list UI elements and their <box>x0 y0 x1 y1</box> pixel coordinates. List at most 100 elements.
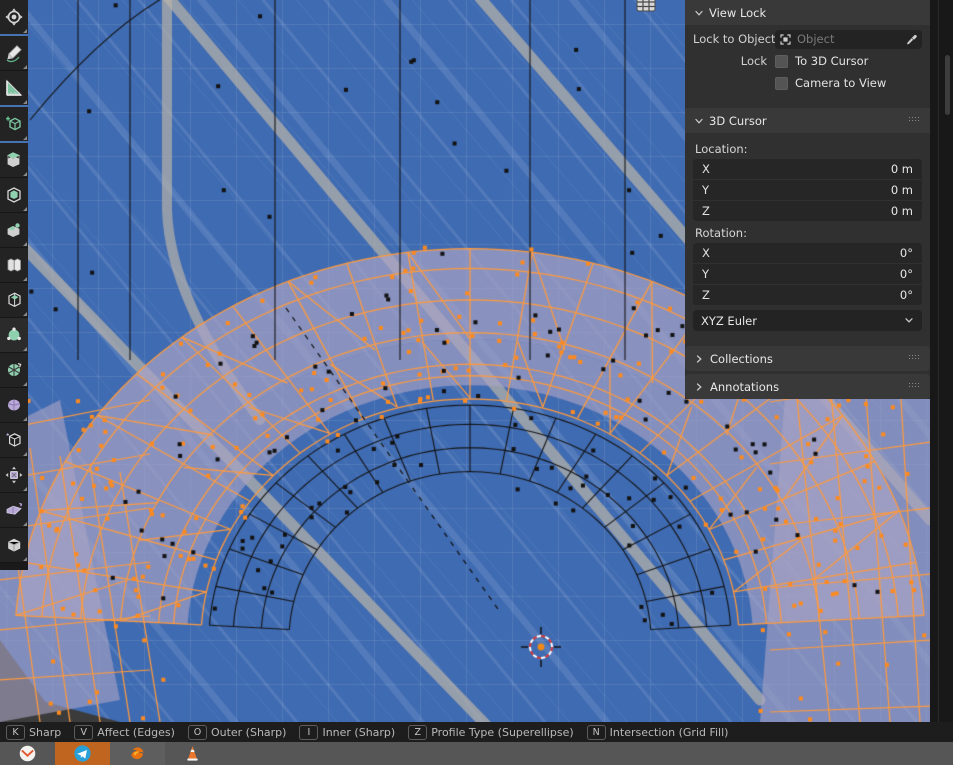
rotation-x-field[interactable]: X 0° <box>693 243 922 264</box>
tool-shrink-fatten[interactable] <box>0 528 28 563</box>
location-y-axis: Y <box>702 183 710 197</box>
chevron-down-icon <box>694 8 703 17</box>
location-y-value: 0 m <box>890 183 913 197</box>
location-x-field[interactable]: X 0 m <box>693 159 922 180</box>
rotation-x-axis: X <box>702 246 710 260</box>
keymap-label: Profile Type (Superellipse) <box>431 725 574 739</box>
tool-add-cube[interactable] <box>0 107 28 143</box>
tool-expand-corner-icon[interactable] <box>23 172 27 176</box>
checkbox-camera-to-view[interactable]: Camera to View <box>775 73 886 93</box>
poly-build-icon <box>7 327 21 341</box>
tool-expand-corner-icon[interactable] <box>23 136 27 140</box>
transform-arrows-icon <box>5 466 23 484</box>
tool-shear[interactable] <box>0 423 28 458</box>
lock-to-object-row: Lock to Object Object <box>693 29 922 49</box>
tool-measure[interactable] <box>0 71 28 107</box>
tool-expand-corner-icon[interactable] <box>23 557 27 561</box>
chevron-right-icon <box>694 382 703 391</box>
tool-inset-faces[interactable] <box>0 178 28 213</box>
location-y-field[interactable]: Y 0 m <box>693 180 922 201</box>
tool-expand-corner-icon[interactable] <box>23 312 27 316</box>
tool-loop-cut[interactable] <box>0 248 28 283</box>
checkbox-camera-to-view-label: Camera to View <box>795 76 887 90</box>
key-cap-icon: O <box>187 724 207 740</box>
panel-drag-grip[interactable] <box>909 117 922 124</box>
keymap-hint-n: N Intersection (Grid Fill) <box>586 724 728 740</box>
location-z-field[interactable]: Z 0 m <box>693 201 922 221</box>
tool-expand-corner-icon[interactable] <box>23 242 27 246</box>
checkbox-box-icon[interactable] <box>775 76 788 90</box>
eyedropper-icon[interactable] <box>905 33 918 46</box>
location-x-axis: X <box>702 162 710 176</box>
rotation-z-field[interactable]: Z 0° <box>693 285 922 305</box>
rotation-mode-dropdown[interactable]: XYZ Euler <box>693 310 922 331</box>
tool-spin[interactable] <box>0 353 28 388</box>
gutter-divider <box>938 0 939 722</box>
tool-expand-corner-icon[interactable] <box>23 382 27 386</box>
taskbar-item-telegram[interactable] <box>55 742 110 765</box>
keymap-hint-z: Z Profile Type (Superellipse) <box>408 724 574 740</box>
rotation-z-axis: Z <box>702 288 710 302</box>
checkbox-box-icon[interactable] <box>775 54 788 68</box>
chevron-down-icon <box>694 116 703 125</box>
object-icon <box>779 33 792 46</box>
lock-to-object-placeholder: Object <box>797 32 835 46</box>
tool-annotate[interactable] <box>0 36 28 71</box>
tool-knife[interactable] <box>0 283 28 318</box>
tool-expand-corner-icon[interactable] <box>23 277 27 281</box>
tool-expand-corner-icon[interactable] <box>23 207 27 211</box>
tool-expand-corner-icon[interactable] <box>23 522 27 526</box>
rotation-y-field[interactable]: Y 0° <box>693 264 922 285</box>
key-cap-icon: I <box>299 724 319 740</box>
view-sidebar[interactable]: View Lock Lock to Object Object Lock To … <box>685 0 930 399</box>
taskbar-item-thunderbird[interactable] <box>0 742 55 765</box>
tool-extrude-region[interactable] <box>0 143 28 178</box>
key-cap-icon: K <box>6 724 25 740</box>
keymap-hint-i: I Inner (Sharp) <box>299 724 395 740</box>
keymap-label: Outer (Sharp) <box>210 725 287 739</box>
rotation-fields: X 0° Y 0° Z 0° <box>693 243 922 305</box>
location-z-value: 0 m <box>890 204 913 218</box>
viewport-vertical-scrollbar[interactable] <box>945 55 950 115</box>
checkbox-to-3d-cursor[interactable]: To 3D Cursor <box>775 51 868 71</box>
smooth-sphere-icon <box>8 399 20 411</box>
tool-expand-corner-icon[interactable] <box>23 417 27 421</box>
toolbar[interactable] <box>0 0 28 570</box>
tool-expand-corner-icon[interactable] <box>23 452 27 456</box>
panel-3d-cursor: 3D Cursor Location: X 0 m Y 0 m Z 0 m Ro… <box>685 108 930 340</box>
spin-icon <box>8 363 22 376</box>
system-taskbar[interactable] <box>0 742 953 765</box>
inset-faces-icon <box>7 187 21 203</box>
tool-smooth[interactable] <box>0 388 28 423</box>
tool-rip-region[interactable] <box>0 493 28 528</box>
panel-drag-grip[interactable] <box>909 383 922 390</box>
location-fields: X 0 m Y 0 m Z 0 m <box>693 159 922 221</box>
tool-expand-corner-icon[interactable] <box>23 100 27 104</box>
taskbar-item-vlc[interactable] <box>165 742 220 765</box>
tool-bevel[interactable] <box>0 213 28 248</box>
tool-expand-corner-icon[interactable] <box>23 347 27 351</box>
tool-poly-build[interactable] <box>0 318 28 353</box>
panel-collections-title: Collections <box>710 351 773 366</box>
tool-expand-corner-icon[interactable] <box>23 29 27 33</box>
knife-icon <box>8 292 21 307</box>
add-cube-icon <box>6 116 21 131</box>
panel-drag-grip[interactable] <box>909 355 922 362</box>
tool-tweak[interactable] <box>0 0 28 36</box>
rotation-x-value: 0° <box>899 246 913 260</box>
tool-expand-corner-icon[interactable] <box>23 65 27 69</box>
grid-snap-icon[interactable] <box>634 0 658 18</box>
panel-collections-header[interactable]: Collections <box>685 346 930 371</box>
taskbar-item-firefox[interactable] <box>110 742 165 765</box>
panel-annotations-header[interactable]: Annotations <box>685 374 930 399</box>
key-cap-icon: V <box>74 724 94 740</box>
tool-transform[interactable] <box>0 458 28 493</box>
panel-3d-cursor-header[interactable]: 3D Cursor <box>685 108 930 133</box>
panel-view-lock-header[interactable]: View Lock <box>685 0 930 25</box>
lock-to-object-field[interactable]: Object <box>775 29 922 49</box>
rotation-z-value: 0° <box>899 288 913 302</box>
location-z-axis: Z <box>702 204 710 218</box>
chevron-down-icon <box>904 314 914 328</box>
panel-3d-cursor-title: 3D Cursor <box>709 113 767 128</box>
tool-expand-corner-icon[interactable] <box>23 487 27 491</box>
